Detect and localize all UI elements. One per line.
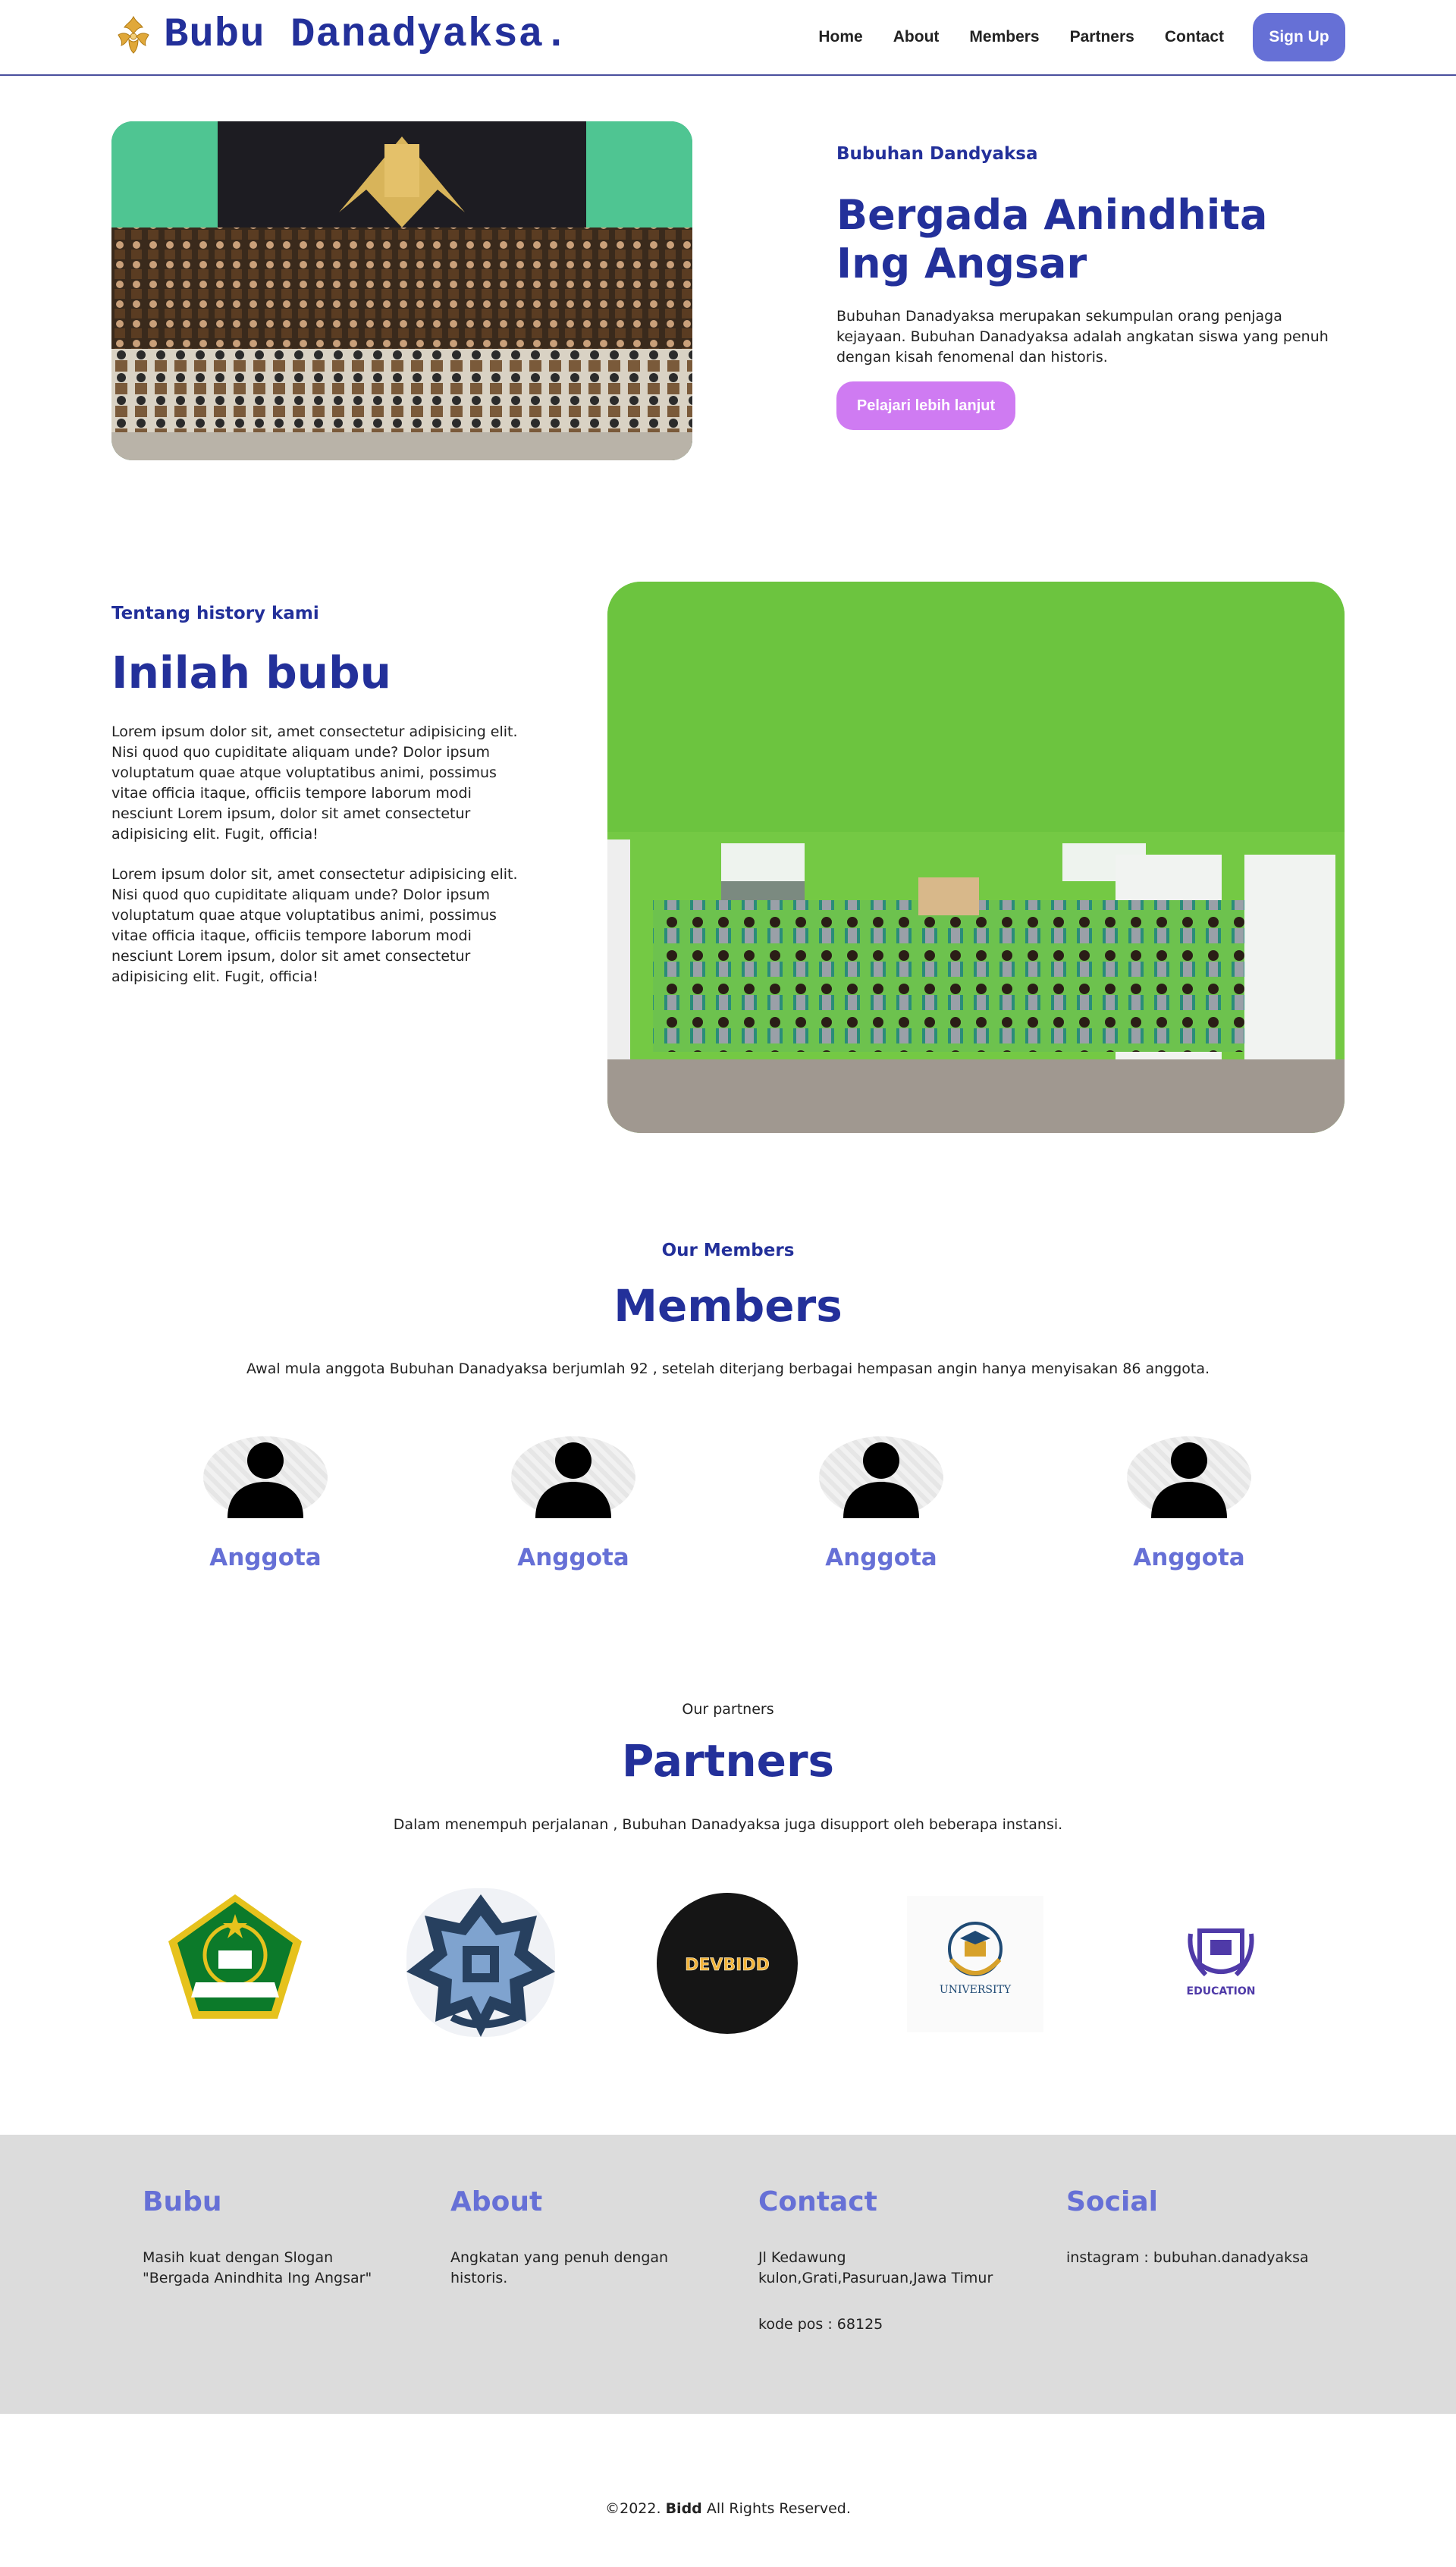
about-group-photo [607,582,1345,1133]
user-silhouette-icon [203,1436,328,1518]
member-card[interactable]: Anggota [475,1436,672,1571]
user-silhouette-icon [1127,1436,1251,1518]
members-kicker-wrap: Our Members [0,1241,1456,1260]
education-logo-text: EDUCATION [1187,1985,1256,1997]
member-name: Anggota [825,1544,937,1571]
ornament-logo-icon [118,15,149,54]
signup-button[interactable]: Sign Up [1253,13,1345,61]
footer-about-column: About Angkatan yang penuh dengan histori… [450,2186,701,2289]
partners-subtitle-wrap: Dalam menempuh perjalanan , Bubuhan Dana… [0,1816,1456,1833]
member-card[interactable]: Anggota [1090,1436,1288,1571]
copyright-brand[interactable]: Bidd [666,2500,702,2517]
about-paragraph-2: Lorem ipsum dolor sit, amet consectetur … [111,866,518,985]
members-subtitle: Awal mula anggota Bubuhan Danadyaksa ber… [246,1360,1210,1377]
copyright-prefix: ©2022. [605,2500,661,2517]
partners-kicker-wrap: Our partners [0,1701,1456,1718]
nav-about-link[interactable]: About [893,28,940,46]
about-paragraph-1: Lorem ipsum dolor sit, amet consectetur … [111,723,518,843]
footer-social-text[interactable]: instagram : bubuhan.danadyaksa [1066,2248,1316,2268]
footer-about-text: Angkatan yang penuh dengan historis. [450,2249,669,2286]
user-silhouette-icon [819,1436,943,1518]
members-subtitle-wrap: Awal mula anggota Bubuhan Danadyaksa ber… [0,1360,1456,1377]
about-title: Inilah bubu [111,647,391,698]
footer-bubu-column: Bubu Masih kuat dengan Slogan "Bergada A… [143,2186,393,2289]
brand-name: Bubu Danadyaksa. [164,11,570,58]
members-title-wrap: Members [0,1280,1456,1332]
footer-contact-postal: kode pos : 68125 [758,2316,883,2333]
hero-description: Bubuhan Danadyaksa merupakan sekumpulan … [836,308,1329,366]
navbar: Bubu Danadyaksa. Home About Members Part… [0,0,1456,76]
hero-kicker: Bubuhan Dandyaksa [836,144,1038,164]
member-name: Anggota [209,1544,322,1571]
footer-contact-title: Contact [758,2186,877,2217]
about-content: Tentang history kami Inilah bubu Lorem i… [111,604,536,987]
nav-home-link[interactable]: Home [818,28,862,46]
footer-contact-address: Jl Kedawung kulon,Grati,Pasuruan,Jawa Ti… [758,2249,993,2286]
footer: Bubu Masih kuat dengan Slogan "Bergada A… [0,2135,1456,2414]
copyright: ©2022. Bidd All Rights Reserved. [0,2500,1456,2517]
devbidd-logo: DEVBIDD [655,1891,799,2038]
star-emblem-logo [406,1888,555,2040]
hero-title: Bergada Anindhita Ing Angsar [836,191,1268,287]
hero-group-photo [111,121,692,460]
kemenag-logo [165,1891,305,2025]
main-nav: Home About Members Partners Contact Sign… [788,13,1345,61]
member-card[interactable]: Anggota [783,1436,980,1571]
member-card[interactable]: Anggota [167,1436,364,1571]
hero-content: Bubuhan Dandyaksa Bergada Anindhita Ing … [836,144,1352,430]
university-logo-text: UNIVERSITY [940,1984,1012,1996]
footer-about-title: About [450,2186,543,2217]
members-title: Members [613,1280,843,1332]
learn-more-button[interactable]: Pelajari lebih lanjut [836,381,1015,430]
user-silhouette-icon [511,1436,635,1518]
devbidd-logo-text: DEVBIDD [685,1956,770,1975]
member-name: Anggota [517,1544,629,1571]
university-logo: UNIVERSITY [907,1896,1043,2035]
footer-contact-column: Contact Jl Kedawung kulon,Grati,Pasuruan… [758,2186,1009,2333]
education-logo: EDUCATION [1160,1896,1282,2035]
about-kicker: Tentang history kami [111,604,319,623]
nav-partners-link[interactable]: Partners [1070,28,1134,46]
footer-social-column: Social instagram : bubuhan.danadyaksa [1066,2186,1316,2268]
members-kicker: Our Members [661,1241,795,1260]
footer-bubu-title: Bubu [143,2186,222,2217]
brand-logo[interactable]: Bubu Danadyaksa. [111,12,569,58]
partners-kicker: Our partners [682,1701,774,1718]
copyright-suffix: All Rights Reserved. [706,2500,851,2517]
member-name: Anggota [1133,1544,1245,1571]
nav-contact-link[interactable]: Contact [1165,28,1224,46]
partners-subtitle: Dalam menempuh perjalanan , Bubuhan Dana… [393,1816,1063,1833]
nav-members-link[interactable]: Members [969,28,1039,46]
footer-social-title: Social [1066,2186,1158,2217]
partners-title-wrap: Partners [0,1735,1456,1787]
footer-bubu-text: Masih kuat dengan Slogan "Bergada Anindh… [143,2249,372,2286]
partners-title: Partners [621,1735,835,1787]
page: Bubu Danadyaksa. Home About Members Part… [0,0,1456,2567]
